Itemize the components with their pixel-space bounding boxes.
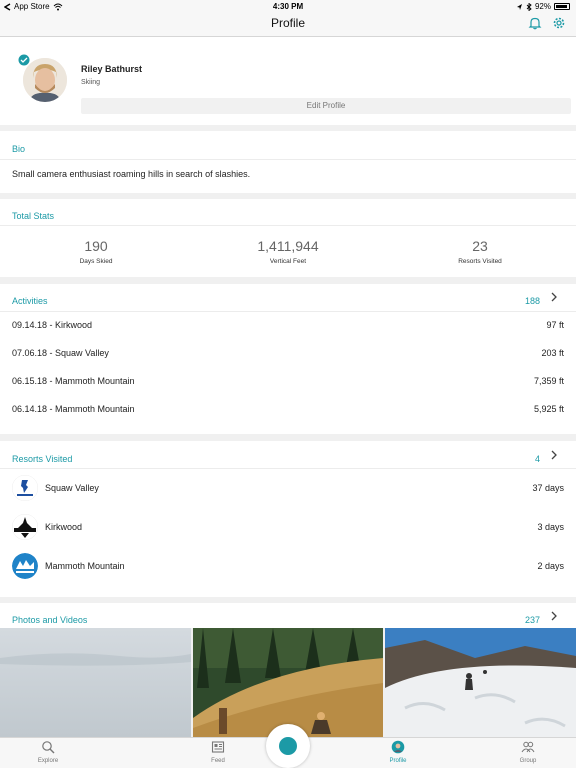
edit-profile-button[interactable]: Edit Profile	[81, 98, 571, 114]
stat-value: 1,411,944	[257, 238, 319, 254]
photos-card: Photos and Videos 237	[0, 603, 576, 628]
photo-thumbnail[interactable]	[193, 628, 383, 737]
battery-percent: 92%	[534, 2, 551, 11]
feed-icon	[211, 741, 225, 753]
stat-value: 23	[472, 238, 488, 254]
stat-vertical-feet: 1,411,944 Vertical Feet	[193, 238, 383, 265]
activity-row[interactable]: 06.15.18 - Mammoth Mountain 7,359 ft	[0, 367, 576, 395]
tab-bar: Explore Feed Profile Group	[0, 724, 576, 768]
stat-value: 190	[84, 238, 108, 254]
photo-thumbnail[interactable]	[0, 628, 191, 737]
chevron-right-icon	[551, 611, 557, 621]
stat-label: Vertical Feet	[269, 258, 307, 265]
activity-value: 97 ft	[546, 320, 564, 330]
activities-card: Activities 188 09.14.18 - Kirkwood 97 ft…	[0, 284, 576, 434]
resorts-count: 4	[534, 454, 540, 464]
resort-row[interactable]: Kirkwood 3 days	[0, 508, 576, 548]
resort-row[interactable]: Mammoth Mountain 2 days	[0, 547, 576, 587]
resorts-card: Resorts Visited 4 Squaw Valley 37 days K…	[0, 441, 576, 597]
bio-card: Bio Small camera enthusiast roaming hill…	[0, 131, 576, 193]
stats-row: 190 Days Skied 1,411,944 Vertical Feet 2…	[0, 225, 576, 277]
group-icon	[521, 741, 535, 753]
stat-label: Resorts Visited	[458, 258, 502, 265]
tab-label: Profile	[389, 758, 407, 764]
search-icon	[42, 741, 55, 754]
bio-title: Bio	[12, 144, 26, 154]
profile-name: Riley Bathurst	[81, 64, 143, 74]
status-time: 4:30 PM	[272, 2, 304, 11]
location-icon	[516, 3, 522, 10]
tab-explore[interactable]: Explore	[18, 740, 78, 764]
resorts-title: Resorts Visited	[12, 454, 73, 464]
activity-value: 5,925 ft	[533, 404, 564, 414]
divider	[0, 159, 576, 160]
photo-grid	[0, 628, 576, 737]
resort-row[interactable]: Squaw Valley 37 days	[0, 469, 576, 509]
photos-header[interactable]: Photos and Videos 237	[0, 603, 576, 628]
resort-days: 37 days	[532, 483, 564, 493]
activity-name: 09.14.18 - Kirkwood	[12, 320, 93, 330]
bluetooth-icon	[526, 2, 532, 11]
nav-actions	[528, 16, 566, 30]
activity-name: 06.15.18 - Mammoth Mountain	[12, 376, 135, 386]
resort-days: 2 days	[537, 561, 564, 571]
tab-label: Explore	[37, 758, 59, 764]
squaw-valley-logo	[12, 475, 38, 501]
status-right: 92%	[516, 2, 570, 11]
activity-row[interactable]: 06.14.18 - Mammoth Mountain 5,925 ft	[0, 395, 576, 423]
record-button[interactable]	[266, 724, 310, 768]
tab-group[interactable]: Group	[498, 740, 558, 764]
gear-icon[interactable]	[552, 16, 566, 30]
bio-text: Small camera enthusiast roaming hills in…	[12, 169, 251, 179]
bell-icon[interactable]	[528, 16, 542, 30]
activity-name: 06.14.18 - Mammoth Mountain	[12, 404, 135, 414]
resort-name: Kirkwood	[45, 522, 83, 532]
activity-value: 203 ft	[541, 348, 564, 358]
photos-count: 237	[524, 615, 540, 625]
activities-title: Activities	[12, 296, 48, 306]
resort-days: 3 days	[537, 522, 564, 532]
resorts-header[interactable]: Resorts Visited 4	[0, 441, 576, 468]
activity-name: 07.06.18 - Squaw Valley	[12, 348, 109, 358]
stat-label: Days Skied	[79, 258, 113, 265]
tab-label: Feed	[211, 758, 225, 764]
mammoth-mountain-logo	[12, 553, 38, 579]
tab-profile[interactable]: Profile	[368, 740, 428, 764]
resort-name: Mammoth Mountain	[45, 561, 125, 571]
photo-thumbnail[interactable]	[385, 628, 576, 737]
activity-row[interactable]: 09.14.18 - Kirkwood 97 ft	[0, 311, 576, 339]
chevron-right-icon	[551, 450, 557, 460]
nav-bar: Profile	[0, 12, 576, 37]
profile-sport: Skiing	[81, 79, 101, 86]
activity-row[interactable]: 07.06.18 - Squaw Valley 203 ft	[0, 339, 576, 367]
profile-avatar-icon	[391, 740, 405, 754]
kirkwood-logo	[12, 514, 38, 540]
tab-label: Group	[519, 758, 537, 764]
profile-content[interactable]: Riley Bathurst Skiing Edit Profile Bio S…	[0, 37, 576, 737]
activities-header[interactable]: Activities 188	[0, 284, 576, 311]
activities-count: 188	[524, 296, 540, 306]
photos-title: Photos and Videos	[12, 615, 88, 625]
battery-icon	[554, 3, 570, 10]
stat-days-skied: 190 Days Skied	[1, 238, 191, 265]
stats-title: Total Stats	[12, 211, 55, 221]
profile-card: Riley Bathurst Skiing Edit Profile	[0, 37, 576, 125]
verified-badge-icon	[17, 53, 31, 67]
stats-card: Total Stats 190 Days Skied 1,411,944 Ver…	[0, 199, 576, 277]
resort-name: Squaw Valley	[45, 483, 99, 493]
status-bar: App Store 4:30 PM 92%	[0, 0, 576, 12]
stat-resorts-visited: 23 Resorts Visited	[385, 238, 575, 265]
activity-value: 7,359 ft	[533, 376, 564, 386]
chevron-right-icon	[551, 292, 557, 302]
page-title: Profile	[270, 16, 305, 30]
tab-feed[interactable]: Feed	[188, 740, 248, 764]
